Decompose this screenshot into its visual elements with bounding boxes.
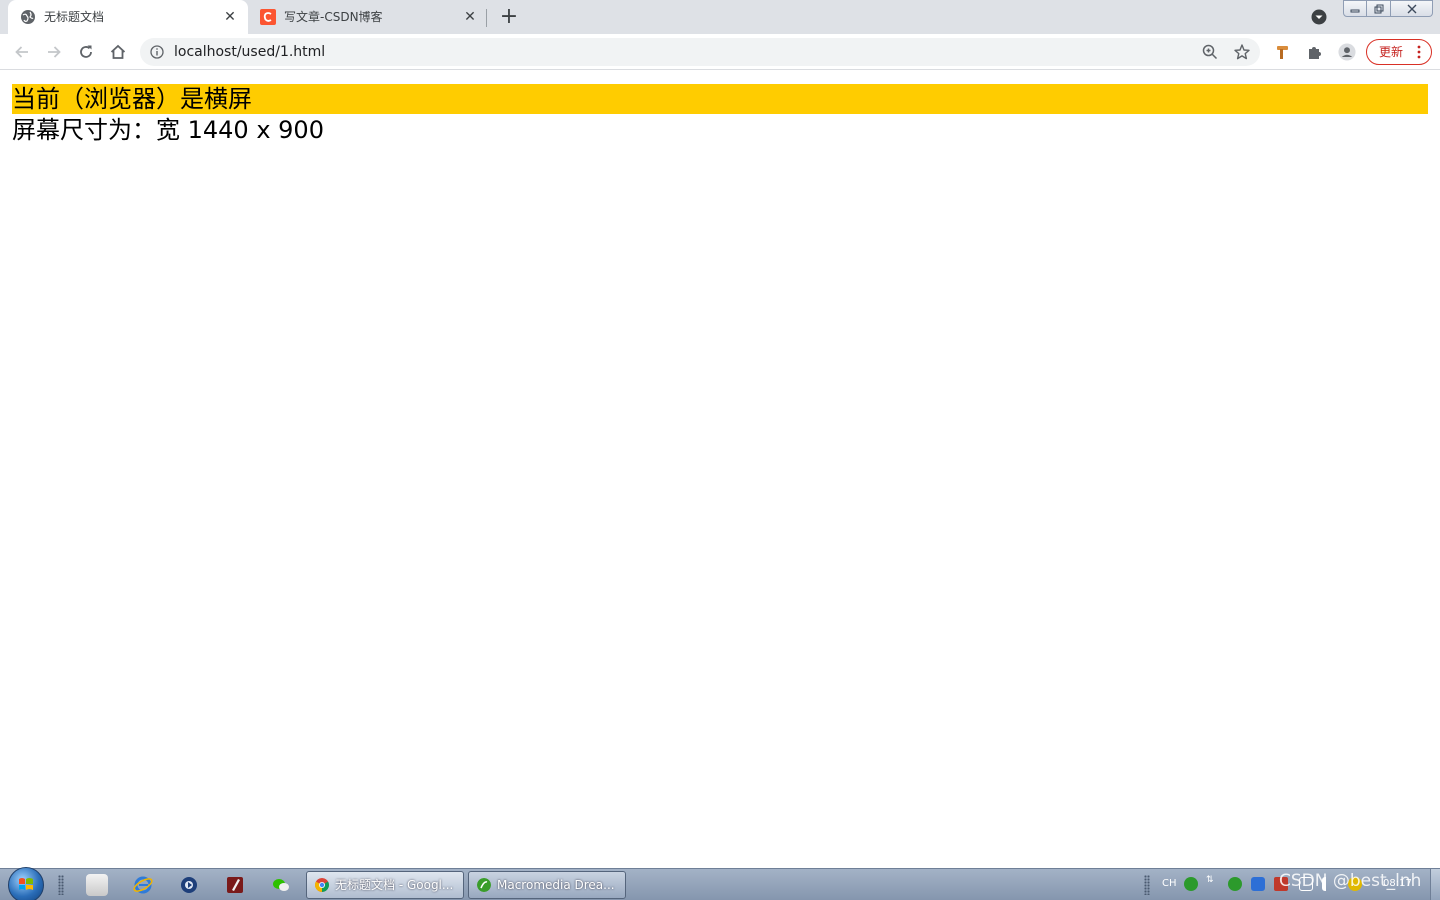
page-content: 当前（浏览器）是横屏 屏幕尺寸为：宽 1440 x 900	[0, 71, 1440, 868]
sogou-icon[interactable]	[1184, 877, 1198, 891]
arrow-right-icon	[48, 46, 61, 58]
globe-icon	[21, 10, 35, 24]
tab-title: 无标题文档	[44, 10, 105, 24]
minimize-button[interactable]	[1343, 0, 1367, 17]
minimize-icon	[1350, 9, 1360, 12]
ie-logo-icon	[133, 876, 153, 894]
task-label: Macromedia Drea...	[497, 878, 615, 892]
restore-button[interactable]	[1367, 0, 1391, 17]
tab-untitled-document[interactable]: 无标题文档 ✕	[8, 0, 248, 34]
info-icon[interactable]	[150, 45, 164, 59]
url-text[interactable]: localhost/used/1.html	[174, 38, 325, 66]
profile-button[interactable]	[1338, 43, 1356, 61]
p-app-icon[interactable]	[1251, 877, 1265, 891]
tab-search-icon[interactable]	[1310, 8, 1328, 26]
ime-indicator[interactable]: CH	[1162, 877, 1177, 891]
taskbar-task-chrome[interactable]: 无标题文档 - Googl...	[306, 871, 464, 899]
address-bar[interactable]: localhost/used/1.html	[140, 38, 1260, 66]
taskbar-task-dreamweaver[interactable]: Macromedia Drea...	[468, 871, 626, 899]
zoom-icon[interactable]	[1202, 44, 1218, 60]
tab-strip: 无标题文档 ✕ 写文章-CSDN博客 ✕ +	[0, 0, 1440, 34]
editor-app-icon[interactable]	[224, 874, 246, 896]
close-icon	[1407, 4, 1416, 13]
tab-title: 写文章-CSDN博客	[284, 10, 383, 24]
back-button[interactable]	[10, 40, 34, 64]
forward-button[interactable]	[42, 40, 66, 64]
tab-close-icon[interactable]: ✕	[222, 9, 238, 25]
tray-arrows-icon[interactable]: ⇅	[1206, 876, 1216, 891]
csdn-logo-icon	[260, 9, 276, 25]
sogou-input-icon[interactable]	[1228, 877, 1242, 891]
windows-logo-icon	[19, 878, 33, 890]
more-vertical-icon	[1417, 45, 1421, 59]
reload-button[interactable]	[74, 40, 98, 64]
chrome-icon	[315, 878, 329, 892]
restore-icon	[1374, 4, 1383, 13]
update-button[interactable]: 更新	[1366, 39, 1432, 65]
new-tab-button[interactable]: +	[496, 4, 522, 30]
clock[interactable]: 08:17	[1383, 878, 1412, 889]
bookmark-star-icon[interactable]	[1233, 43, 1251, 61]
wechat-icon[interactable]	[270, 874, 292, 896]
avatar-icon	[1338, 43, 1356, 61]
taskbar: 无标题文档 - Googl... Macromedia Drea... CH ⇅…	[0, 867, 1440, 900]
extensions-menu-button[interactable]	[1306, 43, 1324, 61]
window-controls	[1343, 0, 1433, 18]
tab-separator	[486, 9, 487, 27]
hammer-extension-icon	[1277, 46, 1288, 59]
taskbar-grip[interactable]	[58, 875, 64, 895]
home-icon	[110, 44, 126, 59]
close-window-button[interactable]	[1391, 0, 1433, 17]
arrow-left-icon	[15, 46, 28, 58]
extension-button[interactable]	[1274, 43, 1292, 61]
home-button[interactable]	[106, 40, 130, 64]
update-label: 更新	[1379, 45, 1404, 59]
screen-size-text: 屏幕尺寸为：宽 1440 x 900	[12, 116, 324, 144]
puzzle-piece-icon	[1309, 47, 1321, 59]
tab-close-icon[interactable]: ✕	[462, 9, 478, 25]
browser-toolbar: localhost/used/1.html 更新	[0, 34, 1440, 70]
dreamweaver-icon	[477, 878, 491, 892]
orientation-banner: 当前（浏览器）是横屏	[12, 84, 1428, 114]
media-player-icon[interactable]	[178, 874, 200, 896]
show-desktop-icon[interactable]	[86, 874, 108, 896]
show-desktop-button[interactable]	[1430, 869, 1440, 900]
task-label: 无标题文档 - Googl...	[335, 878, 454, 892]
internet-explorer-icon[interactable]	[132, 874, 154, 896]
pencil-app-icon	[227, 877, 243, 893]
start-button[interactable]	[8, 867, 44, 900]
browser-window: 无标题文档 ✕ 写文章-CSDN博客 ✕ + localhost/used/1.…	[0, 0, 1440, 900]
chat-bubbles-icon	[273, 879, 289, 891]
tab-csdn-write[interactable]: 写文章-CSDN博客 ✕	[248, 0, 488, 34]
reload-icon	[80, 45, 92, 58]
tray-grip[interactable]	[1144, 875, 1150, 895]
media-icon	[181, 877, 197, 893]
